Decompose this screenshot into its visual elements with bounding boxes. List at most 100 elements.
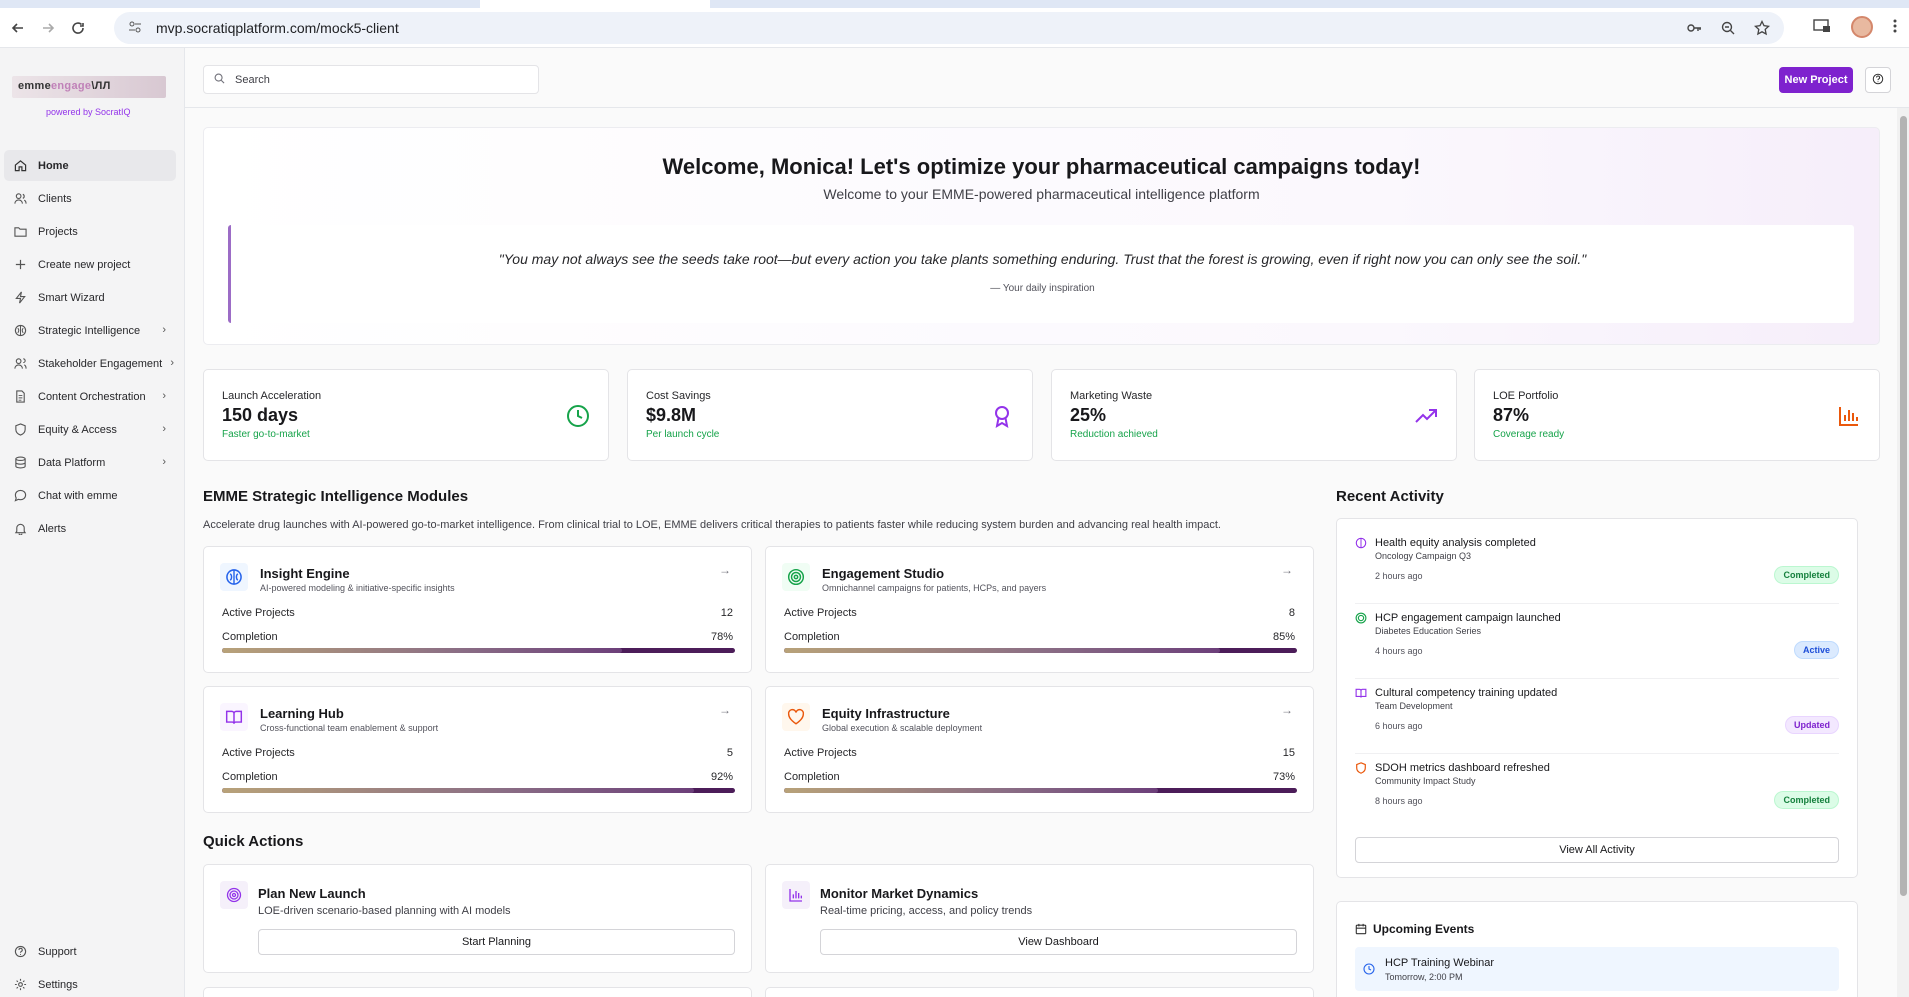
browser-active-tab[interactable] [480, 0, 710, 8]
forward-icon[interactable] [36, 16, 60, 40]
new-project-button[interactable]: New Project [1779, 67, 1853, 93]
event-item[interactable]: HCP Training Webinar Tomorrow, 2:00 PM [1355, 947, 1839, 991]
activity-item[interactable]: Health equity analysis completed Oncolog… [1355, 529, 1839, 604]
help-circle-icon [1872, 73, 1884, 88]
module-card-insight-engine[interactable]: Insight Engine AI-powered modeling & ini… [203, 546, 752, 673]
document-icon [12, 389, 28, 405]
folder-icon [12, 224, 28, 240]
stats-row: Launch Acceleration 150 days Faster go-t… [203, 369, 1880, 461]
sidebar-item-chat-with-emme[interactable]: Chat with emme [4, 480, 176, 511]
shield-icon [1355, 762, 1367, 774]
completion-label: Completion [784, 771, 840, 783]
sidebar-item-label: Settings [38, 978, 78, 991]
bookmark-star-icon[interactable] [1753, 19, 1771, 39]
progress-fill [784, 648, 1221, 653]
logo-text-accent: engage [51, 80, 92, 92]
module-description: Omnichannel campaigns for patients, HCPs… [822, 583, 1047, 593]
gear-icon [12, 977, 28, 993]
plus-icon [12, 257, 28, 273]
quick-action-plan-new-launch: Plan New Launch LOE-driven scenario-base… [203, 864, 752, 973]
progress-fill [784, 788, 1159, 793]
sidebar-item-content-orchestration[interactable]: Content Orchestration › [4, 381, 176, 412]
help-button[interactable] [1865, 67, 1891, 93]
chevron-right-icon: › [162, 423, 166, 435]
activity-item[interactable]: SDOH metrics dashboard refreshed Communi… [1355, 754, 1839, 829]
app-header: Search New Project [185, 48, 1909, 108]
logo-mark: \ЛЛ [91, 80, 111, 92]
sidebar-item-label: Data Platform [38, 456, 106, 469]
quick-action-title: Monitor Market Dynamics [820, 886, 979, 901]
lightning-icon [12, 290, 28, 306]
search-input[interactable]: Search [203, 65, 539, 94]
progress-fill [222, 648, 623, 653]
activity-time: 8 hours ago [1375, 796, 1423, 806]
welcome-title: Welcome, Monica! Let's optimize your pha… [662, 154, 1421, 179]
arrow-right-icon[interactable]: → [1281, 563, 1293, 577]
address-bar[interactable]: mvp.socratiqplatform.com/mock5-client [114, 12, 1784, 44]
sidebar-item-clients[interactable]: Clients [4, 183, 176, 214]
sidebar-item-label: Projects [38, 225, 78, 238]
completion-progress-bar [222, 788, 735, 793]
sidebar-item-label: Content Orchestration [38, 390, 146, 403]
stat-value: 150 days [222, 405, 299, 425]
sidebar-item-stakeholder-engagement[interactable]: Stakeholder Engagement › [4, 348, 176, 379]
view-all-activity-button[interactable]: View All Activity [1355, 837, 1839, 863]
zoom-icon[interactable] [1720, 20, 1736, 39]
address-url[interactable]: mvp.socratiqplatform.com/mock5-client [156, 20, 399, 36]
completion-label: Completion [222, 631, 278, 643]
sidebar-item-alerts[interactable]: Alerts [4, 513, 176, 544]
activity-item[interactable]: Cultural competency training updated Tea… [1355, 679, 1839, 754]
active-projects-value: 5 [726, 747, 733, 759]
heart-icon [782, 703, 810, 731]
upcoming-events-title: Upcoming Events [1373, 922, 1475, 936]
completion-progress-bar [222, 648, 735, 653]
back-icon[interactable] [6, 16, 30, 40]
chevron-right-icon: › [162, 324, 166, 336]
module-card-learning-hub[interactable]: Learning Hub Cross-functional team enabl… [203, 686, 752, 813]
browser-menu-icon[interactable] [1893, 18, 1897, 37]
brand-logo[interactable]: emmeengage\ЛЛ [12, 76, 166, 98]
sidebar-item-equity-access[interactable]: Equity & Access › [4, 414, 176, 445]
completion-value: 85% [1272, 631, 1295, 643]
activity-title: Cultural competency training updated [1375, 687, 1558, 699]
stat-note: Faster go-to-market [222, 429, 310, 440]
password-key-icon[interactable] [1686, 20, 1702, 39]
module-card-engagement-studio[interactable]: Engagement Studio Omnichannel campaigns … [765, 546, 1314, 673]
sidebar-item-smart-wizard[interactable]: Smart Wizard [4, 282, 176, 313]
reload-icon[interactable] [66, 16, 90, 40]
stat-card-loe-portfolio: LOE Portfolio 87% Coverage ready [1474, 369, 1880, 461]
sidebar-item-data-platform[interactable]: Data Platform › [4, 447, 176, 478]
quick-action-card-partial [765, 987, 1314, 997]
start-planning-button[interactable]: Start Planning [258, 929, 735, 955]
people-icon [12, 356, 28, 372]
progress-fill [222, 788, 694, 793]
module-card-equity-infrastructure[interactable]: Equity Infrastructure Global execution &… [765, 686, 1314, 813]
main-scrollbar[interactable] [1897, 108, 1909, 997]
sidebar-item-create-new-project[interactable]: Create new project [4, 249, 176, 280]
scrollbar-thumb[interactable] [1900, 116, 1907, 896]
arrow-right-icon[interactable]: → [719, 703, 731, 717]
event-title: HCP Training Webinar [1385, 957, 1495, 969]
arrow-right-icon[interactable]: → [1281, 703, 1293, 717]
sidebar-item-label: Clients [38, 192, 72, 205]
cast-icon[interactable] [1813, 18, 1831, 37]
sidebar-item-strategic-intelligence[interactable]: Strategic Intelligence › [4, 315, 176, 346]
activity-item[interactable]: HCP engagement campaign launched Diabete… [1355, 604, 1839, 679]
view-dashboard-button[interactable]: View Dashboard [820, 929, 1297, 955]
sidebar-item-home[interactable]: Home [4, 150, 176, 181]
completion-label: Completion [222, 771, 278, 783]
target-icon [782, 563, 810, 591]
stat-label: Cost Savings [646, 390, 711, 402]
site-settings-icon[interactable] [128, 20, 144, 36]
arrow-right-icon[interactable]: → [719, 563, 731, 577]
stat-value: 87% [1493, 405, 1530, 425]
activity-title: SDOH metrics dashboard refreshed [1375, 762, 1550, 774]
trending-up-icon [1414, 404, 1438, 428]
module-description: Global execution & scalable deployment [822, 723, 983, 733]
sidebar-item-projects[interactable]: Projects [4, 216, 176, 247]
profile-avatar[interactable] [1851, 16, 1873, 38]
sidebar-item-label: Alerts [38, 522, 67, 535]
stat-value: 25% [1070, 405, 1107, 425]
sidebar-item-support[interactable]: Support [4, 936, 176, 967]
sidebar-item-settings[interactable]: Settings [4, 969, 176, 997]
